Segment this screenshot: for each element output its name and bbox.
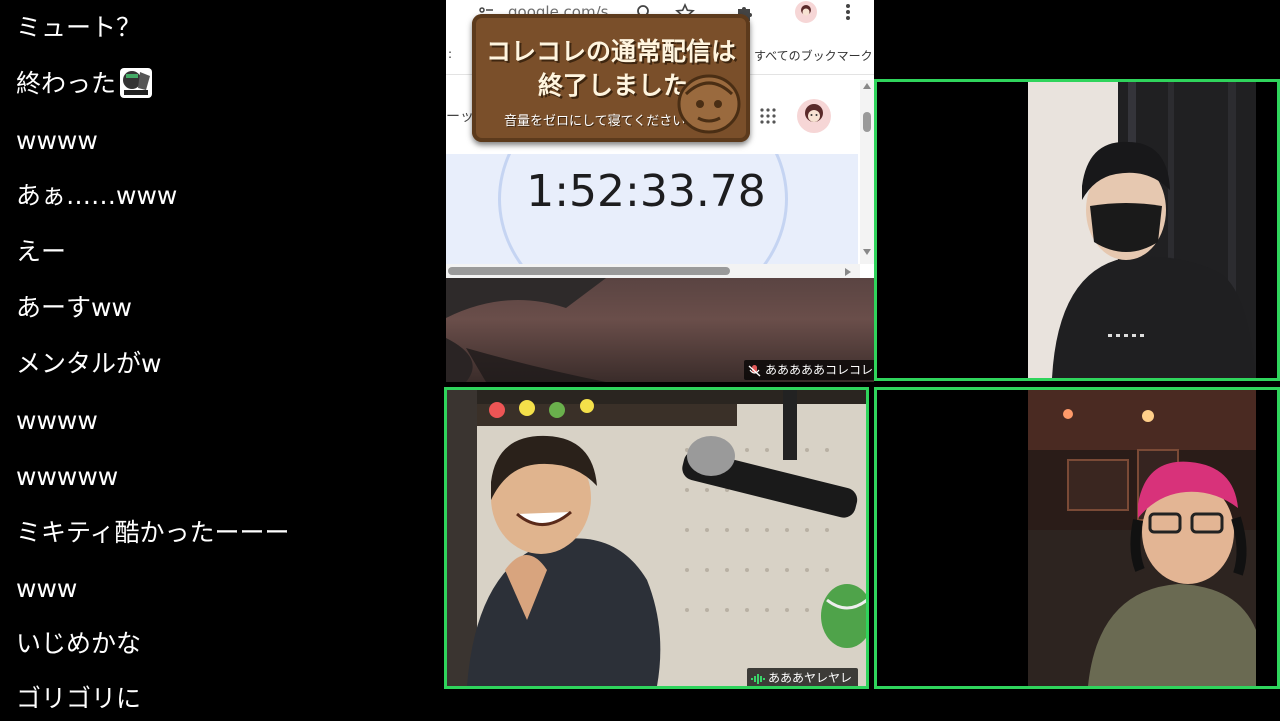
chat-message: えー [16,237,67,266]
chat-message: あぁ……www [16,181,178,210]
scroll-down-icon[interactable] [862,248,872,256]
chat-message: wwww [16,406,98,435]
bookmarks-overflow-icon[interactable]: : [448,47,452,61]
participant-nametag: あああヤレヤレ [747,668,859,686]
vertical-scrollbar[interactable] [860,80,874,264]
participant-name: あああヤレヤレ [768,671,853,685]
sign-subtitle: 音量をゼロにして寝てください [504,114,686,129]
participant-video [447,390,866,686]
chat-message: 終わった [16,62,154,106]
video-tile-bottom-right[interactable] [874,387,1280,689]
page-toolbar-text: ーッ [446,109,474,125]
muted-mic-icon [748,364,761,377]
participant-video [1028,390,1256,686]
browser-window: google.com/s... : すべてのブックマーク ーッ 1:52:33.… [446,0,874,278]
chat-message: ミキティ酷かったーーー [16,518,290,547]
more-menu-icon[interactable] [844,3,852,21]
chat-message-text: 終わった [16,69,117,98]
screen-share-tile[interactable]: google.com/s... : すべてのブックマーク ーッ 1:52:33.… [446,0,876,382]
chat-message: いじめかな [16,629,142,658]
account-avatar-icon[interactable] [796,98,832,134]
stopwatch-widget: 1:52:33.78 [446,154,858,264]
chat-message: wwwww [16,462,119,491]
horizontal-scroll-thumb[interactable] [448,267,730,275]
chat-message: ゴリゴリに [16,684,142,713]
mascot-icon [677,74,741,134]
all-bookmarks-link[interactable]: すべてのブックマーク [754,47,873,64]
sticker-icon [120,68,153,98]
chat-message: www [16,574,78,603]
sign-title-line1: コレコレの通常配信は [486,37,737,66]
scroll-up-icon[interactable] [862,82,872,90]
participant-name: あああああコレコレ [765,363,874,377]
participant-nametag: あああああコレコレ [744,360,876,380]
participant-video [1028,82,1256,378]
profile-avatar-icon[interactable] [794,0,818,24]
stopwatch-time: 1:52:33.78 [526,166,766,217]
horizontal-scrollbar[interactable] [446,264,860,278]
audio-level-icon [751,673,765,684]
vertical-scroll-thumb[interactable] [863,112,871,132]
chat-message: メンタルがw [16,349,162,378]
scroll-right-icon[interactable] [844,267,852,277]
chat-panel: ミュート？ 終わった wwww あぁ……www えー あーすww メンタルがw … [0,0,440,720]
chat-message: あーすww [16,293,132,322]
chat-message: ミュート？ [16,13,142,42]
stream-ended-sign: コレコレの通常配信は 終了しました 音量をゼロにして寝てください [472,14,750,142]
chat-message: wwww [16,126,98,155]
video-tile-bottom-left[interactable]: あああヤレヤレ [444,387,869,689]
apps-grid-icon[interactable] [760,108,776,124]
sign-title-line2: 終了しました [538,71,689,100]
video-tile-top-right[interactable] [874,79,1280,381]
